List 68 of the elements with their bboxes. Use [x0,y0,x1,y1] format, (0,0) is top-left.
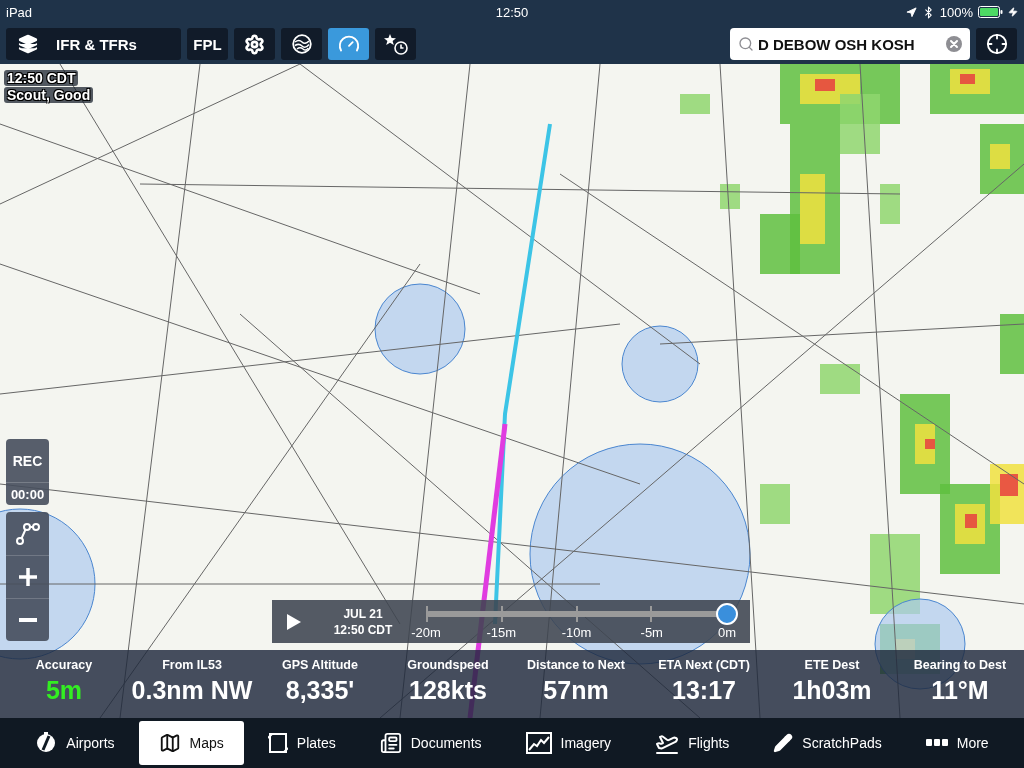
nav-tab[interactable]: Airports [15,721,135,765]
instrument-value: 8,335' [285,676,355,705]
instrument-label: GPS Altitude [282,658,358,672]
instrument-label: Bearing to Dest [913,658,1007,672]
timeline-time: 12:50 CDT [333,622,393,637]
nav-tab[interactable]: Documents [359,721,502,765]
instrument-label: Distance to Next [527,658,625,672]
more-icon [925,739,948,747]
instrument-value: 11°M [931,676,989,705]
layers-icon [18,34,38,54]
tick-label: -5m [639,625,664,640]
wavy-globe-icon [291,34,312,54]
tick-label: -20m [410,625,442,640]
crosshair-icon [985,33,1008,55]
instrument-value: 0.3nm NW [131,676,253,705]
plus-icon [18,568,37,586]
tick-label: -10m [560,625,593,640]
pencil-icon [773,733,794,753]
slider-thumb[interactable] [716,603,738,625]
search-icon [738,36,754,52]
nav-tab[interactable]: Plates [247,721,356,765]
instrument-label: ETA Next (CDT) [658,658,750,672]
gps-status: Scout, Good [4,87,94,103]
minus-icon [18,618,37,622]
instrument-value: 13:17 [672,676,736,705]
nav-tab[interactable]: Maps [138,721,244,765]
search-field[interactable]: D DEBOW OSH KOSH [730,28,970,60]
tick-label: 0m [716,625,738,640]
clear-icon[interactable] [946,36,962,52]
charging-bolt-icon [1008,7,1018,17]
star-clock-button[interactable] [375,28,416,60]
settings-button[interactable] [234,28,275,60]
record-timer: 00:00 [9,485,46,504]
map-clock: 12:50 CDT [4,70,79,86]
location-arrow-icon [905,6,917,18]
compass-icon [35,732,58,754]
instrument-label: Accuracy [35,658,93,672]
chart-icon [525,732,552,754]
timeline-date: JUL 21 [343,606,383,621]
gauge-button[interactable] [328,28,369,60]
route-icon [15,522,40,545]
toolbar-button[interactable]: FPL [187,28,228,60]
record-button[interactable]: REC [6,439,49,483]
instrument-value: 5m [45,676,83,705]
nav-tab[interactable]: Flights [635,721,750,765]
document-icon [379,732,402,754]
page-icon [267,732,288,754]
instrument-value: 1h03m [792,676,872,705]
play-icon [287,613,301,630]
device-name: iPad [6,4,34,20]
battery-percent: 100% [939,4,973,20]
instrument-value: 57nm [543,676,609,705]
tick-label: -15m [485,625,518,640]
instrument-label: ETE Dest [804,658,860,672]
battery-icon [978,6,1003,18]
settings-icon [244,33,265,55]
star-clock-icon [383,33,408,55]
wavy-globe-button[interactable] [281,28,322,60]
instrument-label: From IL53 [162,658,222,672]
nav-tab[interactable]: More [905,721,1009,765]
nav-tab[interactable]: Imagery [505,721,632,765]
locate-button[interactable] [976,28,1017,60]
instrument-value: 128kts [409,676,487,705]
status-time: 12:50 [495,4,529,20]
nav-tab[interactable]: ScratchPads [753,721,902,765]
instrument-label: Groundspeed [407,658,489,672]
map-icon [158,732,181,754]
layers-button[interactable]: IFR & TFRs [6,28,181,60]
